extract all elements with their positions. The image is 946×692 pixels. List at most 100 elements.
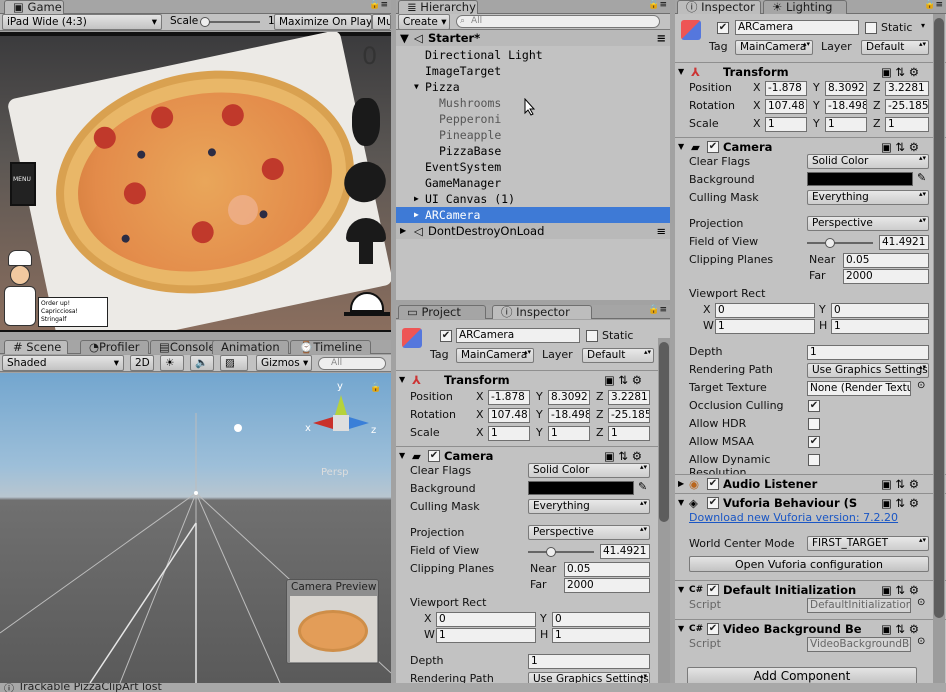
tag-dropdown[interactable]: MainCamera <box>456 348 534 363</box>
fov-slider-thumb[interactable] <box>546 547 556 557</box>
add-component-button[interactable]: Add Component <box>687 667 917 683</box>
foldout-arrow-icon[interactable]: ▼ <box>399 447 405 465</box>
hierarchy-search-input[interactable]: ⌕ All <box>456 15 660 28</box>
transform-header[interactable]: ▼ ⅄ Transform ▣ ⇅ ⚙ <box>396 370 670 388</box>
persp-label[interactable]: Persp <box>321 467 349 478</box>
expand-arrow-icon[interactable]: ▶ <box>414 191 419 207</box>
clear-flags-dropdown[interactable]: Solid Color <box>528 463 650 478</box>
mute-audio-button[interactable]: Mu <box>372 14 391 30</box>
fov-slider[interactable] <box>528 547 594 557</box>
scale-x-field[interactable]: 1 <box>488 426 530 441</box>
tab-game[interactable]: ▣ Game <box>4 0 64 14</box>
scene-header[interactable]: ▼ ◁ Starter* ≡ <box>396 30 670 46</box>
scene-menu-icon[interactable]: ≡ <box>656 30 666 46</box>
layer-dropdown[interactable]: Default <box>861 40 929 55</box>
expand-arrow-icon[interactable]: ▼ <box>400 30 409 46</box>
viewport-x-field[interactable]: 0 <box>715 303 815 318</box>
allow-hdr-checkbox[interactable] <box>808 418 820 430</box>
tag-dropdown[interactable]: MainCamera <box>735 40 813 55</box>
foldout-arrow-icon[interactable]: ▼ <box>399 371 405 389</box>
object-picker-icon[interactable]: ⊙ <box>917 380 925 391</box>
rotation-y-field[interactable]: -18.498 <box>825 99 867 114</box>
fov-slider-thumb[interactable] <box>825 238 835 248</box>
object-picker-icon[interactable]: ⊙ <box>917 636 925 647</box>
camera-component-header[interactable]: ▼ ▰ ✔ Camera ▣ ⇅ ⚙ <box>675 137 946 155</box>
expand-arrow-icon[interactable]: ▶ <box>400 223 406 239</box>
maximize-on-play-button[interactable]: Maximize On Play <box>274 14 372 30</box>
audio-listener-checkbox[interactable]: ✔ <box>707 478 719 490</box>
far-clip-field[interactable]: 2000 <box>843 269 929 284</box>
depth-field[interactable]: 1 <box>528 654 650 669</box>
rotation-z-field[interactable]: -25.185 <box>885 99 929 114</box>
component-menu-icon[interactable]: ▣ ⇅ ⚙ <box>881 581 919 599</box>
effects-toggle-icon[interactable]: ▨ <box>220 355 248 371</box>
panel-menu-icon[interactable]: 🔒≡ <box>924 0 943 10</box>
gizmo-x-cone[interactable] <box>313 417 333 429</box>
scale-z-field[interactable]: 1 <box>885 117 929 132</box>
panel-menu-icon[interactable]: 🔒≡ <box>648 305 667 315</box>
tab-timeline[interactable]: ⌚Timeline <box>290 340 372 354</box>
scale-z-field[interactable]: 1 <box>608 426 650 441</box>
active-checkbox[interactable]: ✔ <box>717 22 729 34</box>
occlusion-culling-checkbox[interactable]: ✔ <box>808 400 820 412</box>
panel-menu-icon[interactable]: 🔒≡ <box>648 0 667 10</box>
vuforia-enabled-checkbox[interactable]: ✔ <box>707 497 719 509</box>
position-x-field[interactable]: -1.878 <box>765 81 807 96</box>
viewport-w-field[interactable]: 1 <box>436 628 536 643</box>
clear-flags-dropdown[interactable]: Solid Color <box>807 154 929 169</box>
fov-field[interactable]: 41.4921 <box>600 544 650 559</box>
transform-header[interactable]: ▼ ⅄ Transform ▣ ⇅ ⚙ <box>675 62 946 80</box>
audio-listener-header[interactable]: ▶ ◉ ✔ Audio Listener ▣ ⇅ ⚙ <box>675 474 946 492</box>
mid-inspector-scrollbar[interactable] <box>658 338 670 683</box>
list-item[interactable]: Directional Light <box>396 47 670 63</box>
expand-arrow-icon[interactable]: ▶ <box>414 207 419 223</box>
expand-arrow-icon[interactable]: ▼ <box>414 79 419 95</box>
camera-enabled-checkbox[interactable]: ✔ <box>428 450 440 462</box>
tab-inspector[interactable]: ⓘ Inspector <box>677 0 761 14</box>
depth-field[interactable]: 1 <box>807 345 929 360</box>
target-texture-field[interactable]: None (Render Texture) <box>807 381 911 396</box>
scene-search-input[interactable]: All <box>318 357 386 370</box>
list-item[interactable]: EventSystem <box>396 159 670 175</box>
eyedropper-icon[interactable]: ✎ <box>638 480 647 493</box>
audio-toggle-icon[interactable]: 🔈 <box>190 355 214 371</box>
mushroom-icon[interactable] <box>346 218 386 266</box>
active-checkbox[interactable]: ✔ <box>440 330 452 342</box>
list-item[interactable]: PizzaBase <box>396 143 670 159</box>
shading-mode-dropdown[interactable]: Shaded ▾ <box>2 355 124 371</box>
fov-field[interactable]: 41.4921 <box>879 235 929 250</box>
rotation-x-field[interactable]: 107.48 <box>765 99 807 114</box>
scale-x-field[interactable]: 1 <box>765 117 807 132</box>
game-viewport[interactable]: 0 MENU Order up! Capricciosa! Stringalf <box>0 32 391 332</box>
rotation-y-field[interactable]: -18.498 <box>548 408 590 423</box>
object-picker-icon[interactable]: ⊙ <box>917 597 925 608</box>
slider-thumb[interactable] <box>200 17 210 27</box>
viewport-w-field[interactable]: 1 <box>715 319 815 334</box>
projection-dropdown[interactable]: Perspective <box>528 525 650 540</box>
near-clip-field[interactable]: 0.05 <box>564 562 650 577</box>
gizmos-dropdown[interactable]: Gizmos ▾ <box>256 355 312 371</box>
component-menu-icon[interactable]: ▣ ⇅ ⚙ <box>881 63 919 81</box>
static-checkbox[interactable] <box>865 22 877 34</box>
name-field[interactable]: ARCamera <box>735 20 859 35</box>
far-clip-field[interactable]: 2000 <box>564 578 650 593</box>
viewport-x-field[interactable]: 0 <box>436 612 536 627</box>
tab-profiler[interactable]: ◔Profiler <box>80 340 149 354</box>
panel-menu-icon[interactable]: 🔒≡ <box>369 0 388 10</box>
background-color-swatch[interactable] <box>528 481 634 495</box>
projection-dropdown[interactable]: Perspective <box>807 216 929 231</box>
vuforia-behaviour-header[interactable]: ▼ ◈ ✔ Vuforia Behaviour (S ▣ ⇅ ⚙ <box>675 493 946 511</box>
viewport-h-field[interactable]: 1 <box>552 628 650 643</box>
list-item[interactable]: Pineapple <box>396 127 670 143</box>
gizmo-z-cone[interactable] <box>349 417 369 429</box>
viewport-y-field[interactable]: 0 <box>552 612 650 627</box>
scene-menu-icon[interactable]: ≡ <box>656 223 666 239</box>
list-item[interactable]: ImageTarget <box>396 63 670 79</box>
static-checkbox[interactable] <box>586 330 598 342</box>
position-x-field[interactable]: -1.878 <box>488 390 530 405</box>
orientation-gizmo[interactable]: y x z Persp <box>305 381 376 478</box>
create-dropdown[interactable]: Create ▾ <box>398 14 450 30</box>
menu-button[interactable]: MENU <box>10 162 36 206</box>
tab-animation[interactable]: Animation <box>212 340 289 354</box>
culling-mask-dropdown[interactable]: Everything <box>807 190 929 205</box>
